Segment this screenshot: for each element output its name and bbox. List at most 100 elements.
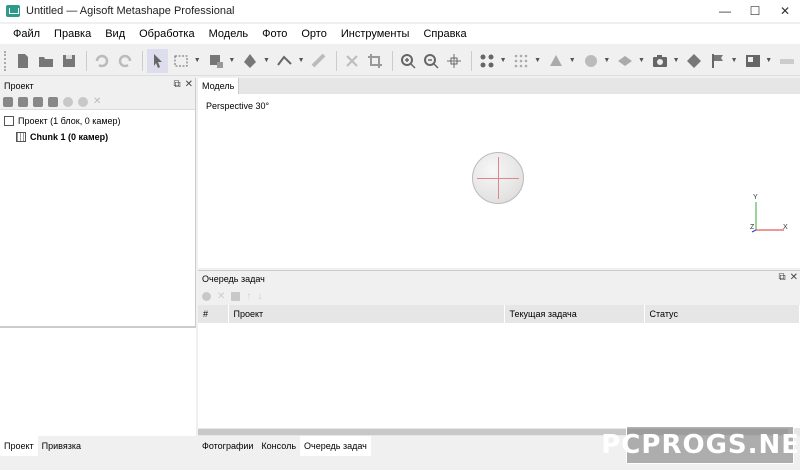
remove-icon[interactable]: ✕ bbox=[93, 96, 101, 107]
undock-icon[interactable]: ⧉ bbox=[778, 272, 785, 283]
project-panel-title: Проект bbox=[4, 81, 34, 91]
chevron-down-icon[interactable]: ▼ bbox=[194, 57, 201, 64]
zoom-out-icon[interactable] bbox=[420, 49, 441, 73]
window-title: Untitled — Agisoft Metashape Professiona… bbox=[26, 5, 235, 17]
draw-shape-icon[interactable] bbox=[240, 49, 261, 73]
task-queue-table: # Проект Текущая задача Статус bbox=[198, 305, 800, 323]
app-logo-icon bbox=[6, 5, 20, 17]
enable-icon[interactable] bbox=[63, 96, 73, 107]
menu-help[interactable]: Справка bbox=[416, 28, 473, 40]
tab-project[interactable]: Проект bbox=[0, 436, 38, 456]
task-queue-panel: Очередь задач ⧉ ✕ ✕ ↑ ↓ # Проект Текущая… bbox=[198, 270, 800, 436]
toolbar-separator bbox=[86, 50, 88, 71]
task-queue-header: Очередь задач ⧉ ✕ bbox=[198, 271, 800, 287]
menu-tools[interactable]: Инструменты bbox=[334, 28, 417, 40]
menu-workflow[interactable]: Обработка bbox=[132, 28, 201, 40]
project-panel-header: Проект ⧉ ✕ bbox=[0, 78, 195, 94]
chevron-down-icon[interactable]: ▼ bbox=[731, 57, 738, 64]
menu-bar: Файл Правка Вид Обработка Модель Фото Ор… bbox=[0, 24, 800, 44]
add-photos-icon[interactable] bbox=[18, 96, 28, 107]
close-button[interactable]: ✕ bbox=[770, 0, 800, 22]
chevron-down-icon[interactable]: ▼ bbox=[534, 57, 541, 64]
left-bottom-tabs: Проект Привязка bbox=[0, 436, 196, 456]
chevron-down-icon[interactable]: ▼ bbox=[500, 57, 507, 64]
redo-icon[interactable] bbox=[114, 49, 135, 73]
column-header-number[interactable]: # bbox=[198, 305, 229, 323]
disable-icon[interactable] bbox=[78, 96, 88, 107]
add-chunk-icon[interactable] bbox=[3, 96, 13, 107]
menu-photo[interactable]: Фото bbox=[255, 28, 294, 40]
tiled-model-icon[interactable] bbox=[615, 49, 636, 73]
undock-icon[interactable]: ⧉ bbox=[173, 79, 180, 90]
chevron-down-icon[interactable]: ▼ bbox=[638, 57, 645, 64]
model-viewport[interactable]: Perspective 30° Y X Z bbox=[198, 94, 800, 268]
toolbar-separator bbox=[336, 50, 338, 71]
remove-task-icon[interactable]: ✕ bbox=[217, 291, 225, 302]
menu-edit[interactable]: Правка bbox=[47, 28, 98, 40]
tree-root[interactable]: Проект (1 блок, 0 камер) bbox=[4, 113, 195, 129]
open-folder-icon[interactable] bbox=[35, 49, 56, 73]
shaded-model-icon[interactable] bbox=[580, 49, 601, 73]
column-header-project[interactable]: Проект bbox=[228, 305, 505, 323]
chevron-down-icon[interactable]: ▼ bbox=[673, 57, 680, 64]
orthomosaic-icon[interactable] bbox=[684, 49, 705, 73]
trash-icon[interactable] bbox=[231, 291, 241, 301]
minimize-button[interactable]: — bbox=[710, 0, 740, 22]
menu-view[interactable]: Вид bbox=[98, 28, 132, 40]
tab-task-queue[interactable]: Очередь задач bbox=[300, 436, 371, 456]
tree-chunk[interactable]: Chunk 1 (0 камер) bbox=[4, 129, 195, 145]
mesh-icon[interactable] bbox=[545, 49, 566, 73]
menu-ortho[interactable]: Орто bbox=[294, 28, 333, 40]
move-down-icon[interactable]: ↓ bbox=[257, 291, 262, 302]
watermark: PCPROGS.NET bbox=[601, 426, 800, 464]
move-up-icon[interactable]: ↑ bbox=[246, 291, 251, 302]
image-view-icon[interactable] bbox=[742, 49, 763, 73]
close-icon[interactable]: ✕ bbox=[790, 272, 798, 283]
chevron-down-icon[interactable]: ▼ bbox=[298, 57, 305, 64]
crop-icon[interactable] bbox=[365, 49, 386, 73]
maximize-button[interactable]: ☐ bbox=[740, 0, 770, 22]
chevron-down-icon[interactable]: ▼ bbox=[765, 57, 772, 64]
chevron-down-icon[interactable]: ▼ bbox=[569, 57, 576, 64]
dense-cloud-icon[interactable] bbox=[511, 49, 532, 73]
menu-model[interactable]: Модель bbox=[202, 28, 255, 40]
main-toolbar: ▼ ▼ ▼ ▼ ▼ ▼ ▼ ▼ ▼ ▼ ▼ ▼ bbox=[0, 46, 800, 76]
tab-console[interactable]: Консоль bbox=[257, 436, 300, 456]
start-icon[interactable] bbox=[202, 291, 211, 301]
marker-flag-icon[interactable] bbox=[707, 49, 728, 73]
reset-view-icon[interactable] bbox=[444, 49, 465, 73]
column-header-status[interactable]: Статус bbox=[644, 305, 800, 323]
save-icon[interactable] bbox=[59, 49, 80, 73]
menu-file[interactable]: Файл bbox=[6, 28, 47, 40]
add-folder-icon[interactable] bbox=[33, 96, 43, 107]
tab-model[interactable]: Модель bbox=[198, 78, 240, 94]
close-icon[interactable]: ✕ bbox=[185, 79, 193, 90]
axis-y-label: Y bbox=[753, 194, 758, 201]
resize-region-icon[interactable] bbox=[205, 49, 226, 73]
project-tree: Проект (1 блок, 0 камер) Chunk 1 (0 каме… bbox=[0, 110, 195, 145]
delete-selection-icon[interactable] bbox=[341, 49, 362, 73]
chunk-icon bbox=[16, 132, 26, 142]
tab-photos[interactable]: Фотографии bbox=[198, 436, 257, 456]
column-header-current-task[interactable]: Текущая задача bbox=[504, 305, 645, 323]
navigation-cursor-icon[interactable] bbox=[146, 48, 169, 73]
overflow-icon[interactable] bbox=[776, 49, 797, 73]
tab-reference[interactable]: Привязка bbox=[38, 436, 85, 456]
toolbar-grip[interactable] bbox=[4, 50, 8, 71]
model-tabbar: Модель bbox=[198, 78, 800, 94]
align-icon[interactable] bbox=[48, 96, 58, 107]
point-cloud-icon[interactable] bbox=[476, 49, 497, 73]
camera-icon[interactable] bbox=[649, 49, 670, 73]
polyline-icon[interactable] bbox=[274, 49, 295, 73]
zoom-in-icon[interactable] bbox=[397, 49, 418, 73]
rectangle-selection-icon[interactable] bbox=[170, 49, 191, 73]
ruler-icon[interactable] bbox=[309, 49, 330, 73]
chevron-down-icon[interactable]: ▼ bbox=[603, 57, 610, 64]
chevron-down-icon[interactable]: ▼ bbox=[263, 57, 270, 64]
axis-x-label: X bbox=[783, 224, 788, 231]
trackball-sphere[interactable] bbox=[472, 152, 524, 204]
undo-icon[interactable] bbox=[91, 49, 112, 73]
chevron-down-icon[interactable]: ▼ bbox=[228, 57, 235, 64]
new-document-icon[interactable] bbox=[12, 49, 33, 73]
workspace-icon bbox=[4, 116, 14, 126]
